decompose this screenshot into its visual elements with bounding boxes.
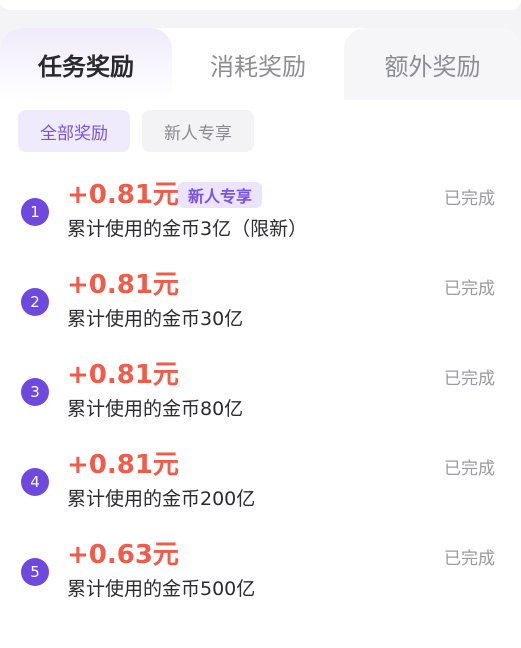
index-badge: 4 [21,468,49,496]
task-description: 累计使用的金币500亿 [67,578,256,600]
list-item: 1 +0.81元 新人专享 累计使用的金币3亿（限新） 已完成 [0,178,521,268]
list-item: 4 +0.81元 累计使用的金币200亿 已完成 [0,448,521,538]
index-badge: 2 [21,288,49,316]
status-label: 已完成 [444,279,495,299]
list-item: 2 +0.81元 累计使用的金币30亿 已完成 [0,268,521,358]
status-label: 已完成 [444,189,495,209]
reward-amount: +0.81元 [67,180,179,210]
rewards-panel: 任务奖励 消耗奖励 额外奖励 全部奖励 新人专享 1 +0.81元 新人专享 累… [0,28,521,648]
index-badge: 1 [21,198,49,226]
index-badge: 5 [21,558,49,586]
list-item: 3 +0.81元 累计使用的金币80亿 已完成 [0,358,521,448]
reward-filters: 全部奖励 新人专享 [18,110,266,152]
tab-consume-rewards[interactable]: 消耗奖励 [172,28,344,100]
filter-new-user[interactable]: 新人专享 [142,110,254,152]
status-label: 已完成 [444,549,495,569]
tab-extra-rewards[interactable]: 额外奖励 [344,28,521,100]
task-description: 累计使用的金币3亿（限新） [67,218,308,240]
list-item: 5 +0.63元 累计使用的金币500亿 已完成 [0,538,521,628]
task-description: 累计使用的金币80亿 [67,398,244,420]
reward-tabs: 任务奖励 消耗奖励 额外奖励 [0,28,521,100]
top-card [0,0,521,10]
task-description: 累计使用的金币200亿 [67,488,256,510]
new-user-badge: 新人专享 [178,182,263,208]
filter-all-rewards[interactable]: 全部奖励 [18,110,130,152]
reward-amount: +0.63元 [67,540,179,570]
index-badge: 3 [21,378,49,406]
reward-amount: +0.81元 [67,270,179,300]
tab-task-rewards[interactable]: 任务奖励 [0,28,172,100]
reward-amount: +0.81元 [67,360,179,390]
status-label: 已完成 [444,369,495,389]
task-description: 累计使用的金币30亿 [67,308,244,330]
status-label: 已完成 [444,459,495,479]
reward-amount: +0.81元 [67,450,179,480]
